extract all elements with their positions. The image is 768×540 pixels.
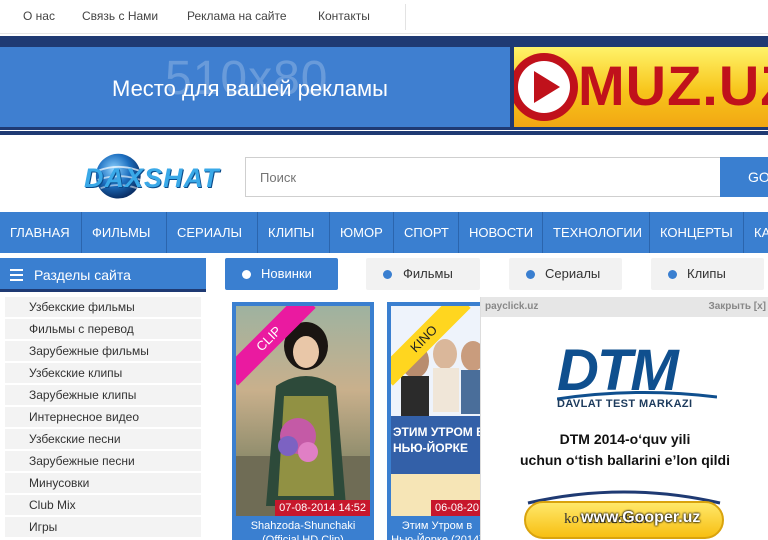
play-icon [514,53,578,121]
nav-item-more[interactable]: КА [744,212,768,253]
top-link-advertising[interactable]: Реклама на сайте [187,9,287,23]
nav-item-tech[interactable]: ТЕХНОЛОГИИ [543,212,650,253]
header-divider-bar [0,131,768,135]
tab-dot-icon [526,270,535,279]
nav-item-sport[interactable]: СПОРТ [394,212,459,253]
dtm-subtitle: DAVLAT TEST MARKAZI [557,398,693,410]
nav-label: КЛИПЫ [268,225,315,240]
video-thumbnail: CLIP [236,306,370,516]
poster-title: ЭТИМ УТРОМ В НЬЮ-ЙОРКЕ [393,425,485,455]
tab-dot-icon [668,270,677,279]
top-link-contacts[interactable]: Контакты [318,9,370,23]
tab-dot-icon [242,270,251,279]
nav-label: ГЛАВНАЯ [10,225,70,240]
tab-label: Сериалы [545,266,601,281]
nav-label: СПОРТ [404,225,449,240]
movie-poster: ЭТИМ УТРОМ В НЬЮ-ЙОРКЕ KINO [391,306,487,516]
tab-films[interactable]: Фильмы [366,258,480,290]
sidebar-item-uzbek-films[interactable]: Узбекские фильмы [5,297,201,317]
tab-label: Новинки [261,266,312,281]
top-links-divider [405,4,406,30]
tab-dot-icon [383,270,392,279]
main-nav: ГЛАВНАЯ ФИЛЬМЫ СЕРИАЛЫ КЛИПЫ ЮМОР СПОРТ … [0,212,768,253]
muz-uz-banner[interactable]: MUZ.UZ [514,47,768,127]
video-date-badge: 07-08-2014 14:52 [275,500,370,516]
sidebar-item-uzbek-clips[interactable]: Узбекские клипы [5,363,201,383]
nav-label: НОВОСТИ [469,225,534,240]
sidebar-item-uzbek-songs[interactable]: Узбекские песни [5,429,201,449]
sidebar-item-translated-films[interactable]: Фильмы с перевод [5,319,201,339]
popup-close-button[interactable]: Закрыть [x] [708,297,766,317]
nav-item-humor[interactable]: ЮМОР [330,212,394,253]
site-logo-text[interactable]: DAXSHAT [84,163,220,194]
muz-uz-logo-text: MUZ.UZ [578,54,768,117]
nav-item-clips[interactable]: КЛИПЫ [258,212,330,253]
tab-clips[interactable]: Клипы [651,258,764,290]
popup-headline-1: DTM 2014-o‘quv yili [559,431,691,447]
sidebar-item-club-mix[interactable]: Club Mix [5,495,201,515]
video-date-badge: 06-08-20 [430,500,483,516]
top-divider-bar [0,36,768,44]
popup-headline-2: uchun o‘tish ballarini e’lon qildi [519,452,730,468]
nav-label: ТЕХНОЛОГИИ [553,225,643,240]
sidebar-item-foreign-films[interactable]: Зарубежные фильмы [5,341,201,361]
top-link-contact-us[interactable]: Связь с Нами [82,9,158,23]
search-input[interactable] [245,157,721,197]
tab-series[interactable]: Сериалы [509,258,622,290]
menu-icon [10,269,23,281]
sidebar-title: Разделы сайта [34,267,131,283]
video-card[interactable]: ЭТИМ УТРОМ В НЬЮ-ЙОРКЕ KINO 06-08-20 Эти… [387,302,487,540]
sidebar-item-minus[interactable]: Минусовки [5,473,201,493]
tab-label: Фильмы [403,266,453,281]
top-link-about[interactable]: О нас [23,9,55,23]
nav-item-concerts[interactable]: КОНЦЕРТЫ [650,212,744,253]
nav-item-news[interactable]: НОВОСТИ [459,212,543,253]
search-button[interactable]: GO [720,157,768,197]
tab-new[interactable]: Новинки [225,258,338,290]
nav-label: ЮМОР [340,225,383,240]
ad-placeholder-banner[interactable]: 510x80 Место для вашей рекламы [0,47,510,127]
video-title[interactable]: Этим Утром в Нью-Йорке (2014) [389,519,485,540]
site-watermark: www.Gooper.uz [581,509,701,526]
sidebar-item-games[interactable]: Игры [5,517,201,537]
nav-label: СЕРИАЛЫ [177,225,243,240]
nav-item-films[interactable]: ФИЛЬМЫ [82,212,167,253]
popup-ad[interactable]: payclick.uz Закрыть [x] DTM DAVLAT TEST … [480,297,768,540]
tab-label: Клипы [687,266,726,281]
nav-item-home[interactable]: ГЛАВНАЯ [0,212,82,253]
sidebar-item-foreign-songs[interactable]: Зарубежные песни [5,451,201,471]
nav-label: КОНЦЕРТЫ [660,225,733,240]
sidebar-list: Узбекские фильмы Фильмы с перевод Зарубе… [5,297,201,539]
sidebar-header: Разделы сайта [0,258,206,292]
top-links-bar: О нас Связь с Нами Реклама на сайте Конт… [0,0,768,34]
nav-item-series[interactable]: СЕРИАЛЫ [167,212,258,253]
video-card[interactable]: CLIP 07-08-2014 14:52 Shahzoda-Shunchaki… [232,302,374,540]
sidebar-item-foreign-clips[interactable]: Зарубежные клипы [5,385,201,405]
video-title[interactable]: Shahzoda-Shunchaki (Official HD Clip) [234,519,372,540]
nav-label: КА [754,225,768,240]
ad-placeholder-text: Место для вашей рекламы [112,76,388,101]
sidebar-item-internet-video[interactable]: Интернесное видео [5,407,201,427]
nav-label: ФИЛЬМЫ [92,225,151,240]
